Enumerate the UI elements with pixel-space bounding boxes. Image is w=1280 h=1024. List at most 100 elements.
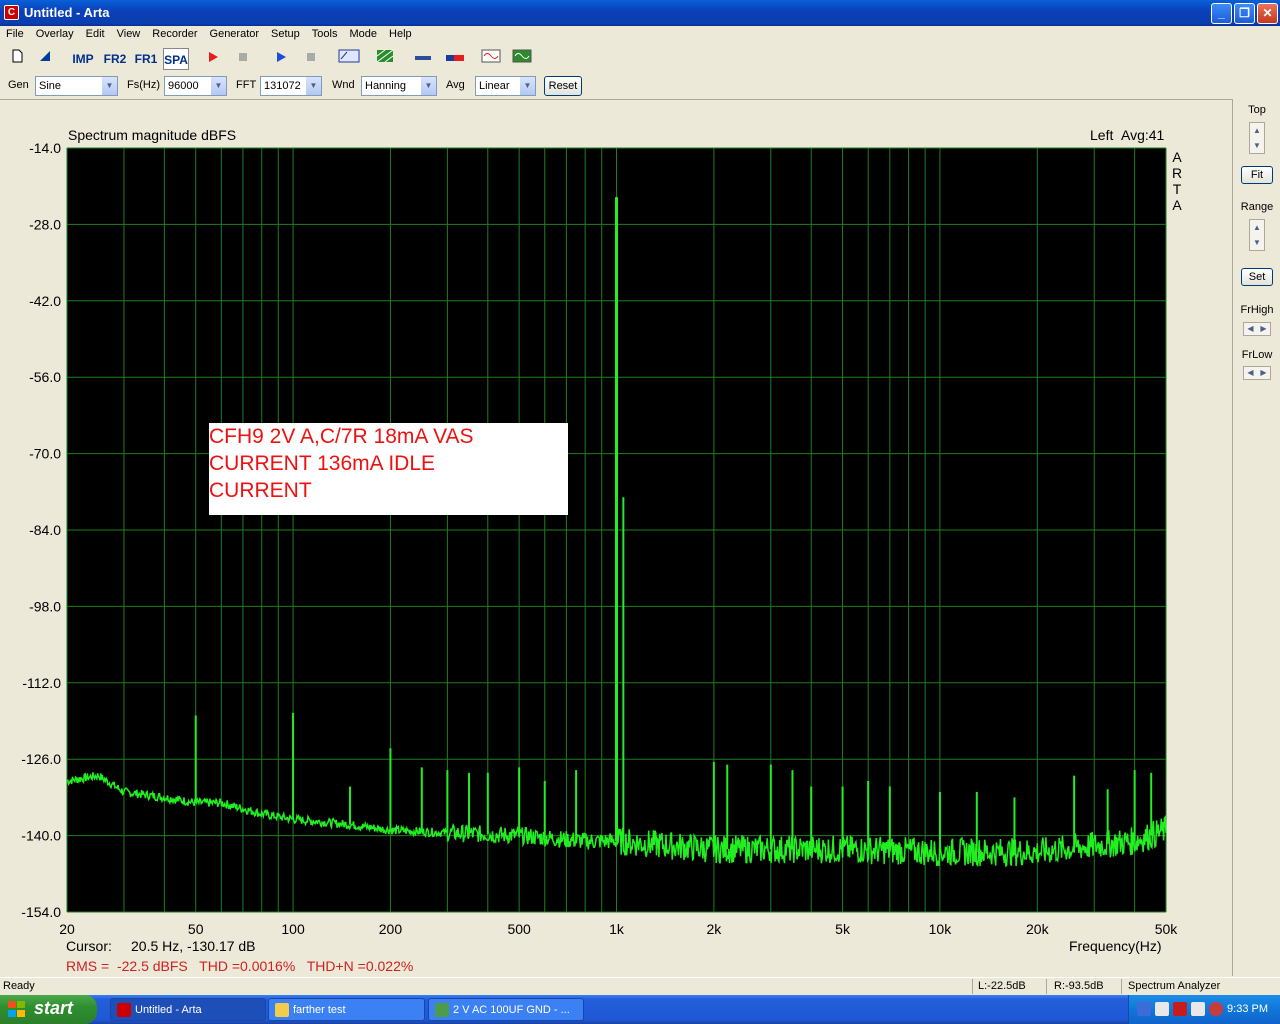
fft-label: FFT [236,79,257,91]
chevron-down-icon[interactable]: ▼ [305,77,321,95]
minimize-button[interactable]: _ [1211,3,1232,24]
menu-view[interactable]: View [111,26,147,40]
frhigh-label: FrHigh [1240,304,1274,316]
level-bar-icon[interactable] [442,48,468,70]
window-select-value: Hanning [365,80,406,92]
record-play-icon[interactable] [200,48,226,70]
x-tick-label: 20 [59,921,75,937]
task-arta[interactable]: Untitled - Arta [110,998,266,1021]
toolbar: IMP FR2 FR1 SPA [0,46,1280,72]
frhigh-spinner[interactable]: ◀ ▶ [1243,322,1271,336]
impulse-mode-button[interactable]: IMP [70,48,96,70]
security-shield-icon[interactable] [1173,1002,1187,1016]
spa-mode-button[interactable]: SPA [163,48,189,70]
menu-tools[interactable]: Tools [306,26,344,40]
volume-icon[interactable] [1191,1002,1205,1016]
hatch-icon[interactable] [372,48,398,70]
menu-mode[interactable]: Mode [343,26,383,40]
window-title: Untitled - Arta [24,5,110,20]
menu-setup[interactable]: Setup [265,26,306,40]
averaging-select[interactable]: Linear ▼ [475,76,536,96]
spin-down-icon[interactable]: ▼ [1250,138,1264,153]
window-select[interactable]: Hanning ▼ [361,76,437,96]
menu-help[interactable]: Help [383,26,418,40]
task-image[interactable]: 2 V AC 100UF GND - ... [428,998,584,1021]
abc-overlay-icon[interactable] [336,48,362,70]
spin-left-icon[interactable]: ◀ [1244,323,1257,335]
task-image-label: 2 V AC 100UF GND - ... [453,1004,570,1016]
arta-brand-label: ARTA [1172,149,1182,213]
spin-left-icon[interactable]: ◀ [1244,367,1257,379]
status-text: Ready [3,980,35,992]
y-tick-label: -14.0 [29,140,61,156]
record-stop-icon[interactable] [230,48,256,70]
task-arta-label: Untitled - Arta [135,1004,202,1016]
x-tick-label: 50 [188,921,204,937]
task-folder[interactable]: farther test [268,998,425,1021]
fft-size-value: 131072 [264,80,301,92]
spin-right-icon[interactable]: ▶ [1257,323,1270,335]
chevron-down-icon[interactable]: ▼ [420,77,436,95]
annotation-line-1: CFH9 2V A,C/7R 18mA VAS [209,425,474,448]
spin-right-icon[interactable]: ▶ [1257,367,1270,379]
status-bar: Ready L:-22.5dB R:-93.5dB Spectrum Analy… [0,977,1280,995]
sample-rate-select[interactable]: 96000 ▼ [164,76,227,96]
fit-button[interactable]: Fit [1241,166,1273,184]
spectrum-scope-icon[interactable] [509,48,535,70]
fr2-mode-button[interactable]: FR2 [102,48,128,70]
menu-bar: File Overlay Edit View Recorder Generator Setu… [0,26,1280,44]
averaging-select-value: Linear [479,80,510,92]
open-file-icon[interactable] [32,48,58,70]
generator-play-icon[interactable] [268,48,294,70]
spectrum-chart[interactable]: Spectrum magnitude dBFS Left Avg:41 -14.… [0,100,1232,977]
oscilloscope-icon[interactable] [478,48,504,70]
network-connection-icon[interactable] [1155,1002,1169,1016]
generator-select[interactable]: Sine ▼ [35,76,118,96]
meter-icon[interactable] [410,48,436,70]
right-level: R:-93.5dB [1054,980,1104,992]
cursor-value: 20.5 Hz, -130.17 dB [131,938,256,954]
set-button[interactable]: Set [1241,268,1273,286]
range-spinner[interactable]: ▲ ▼ [1249,219,1265,251]
restore-button[interactable]: ❐ [1234,3,1255,24]
fft-size-select[interactable]: 131072 ▼ [260,76,322,96]
arta-app-icon[interactable]: C [4,5,19,20]
average-count-label: Avg:41 [1121,127,1165,143]
spin-down-icon[interactable]: ▼ [1250,235,1264,250]
chevron-down-icon[interactable]: ▼ [210,77,226,95]
spin-up-icon[interactable]: ▲ [1250,123,1264,138]
frlow-spinner[interactable]: ◀ ▶ [1243,366,1271,380]
arta-app-icon [117,1003,131,1017]
menu-generator[interactable]: Generator [204,26,266,40]
reset-button[interactable]: Reset [544,76,582,96]
menu-overlay[interactable]: Overlay [30,26,80,40]
generator-stop-icon[interactable] [298,48,324,70]
menu-file[interactable]: File [0,26,30,40]
rms-thd-readout: RMS = -22.5 dBFS THD =0.0016% THD+N =0.0… [66,958,413,974]
close-button[interactable]: ✕ [1257,3,1278,24]
gen-label: Gen [8,79,29,91]
annotation-line-2: CURRENT 136mA IDLE [209,452,435,475]
x-tick-label: 500 [507,921,531,937]
clock: 9:33 PM [1227,1003,1268,1015]
antivirus-icon[interactable] [1209,1002,1223,1016]
top-spinner[interactable]: ▲ ▼ [1249,122,1265,154]
network-icon[interactable] [1137,1002,1151,1016]
title-bar: C Untitled - Arta _ ❐ ✕ [0,0,1280,26]
chevron-down-icon[interactable]: ▼ [101,77,117,95]
fr1-mode-button[interactable]: FR1 [133,48,159,70]
start-button[interactable]: start [0,995,97,1024]
menu-recorder[interactable]: Recorder [146,26,203,40]
new-file-icon[interactable] [4,48,30,70]
channel-label: Left [1090,127,1113,143]
y-tick-label: -70.0 [29,446,61,462]
frlow-label: FrLow [1241,349,1273,361]
spin-up-icon[interactable]: ▲ [1250,220,1264,235]
chevron-down-icon[interactable]: ▼ [519,77,535,95]
x-tick-label: 1k [609,921,625,937]
mode-status: Spectrum Analyzer [1128,980,1221,992]
x-tick-label: 5k [835,921,851,937]
system-tray: 9:33 PM [1128,995,1280,1024]
menu-edit[interactable]: Edit [80,26,111,40]
y-tick-labels: -14.0 -28.0 -42.0 -56.0 -70.0 -84.0 -98.0 -112.… [21,140,61,920]
